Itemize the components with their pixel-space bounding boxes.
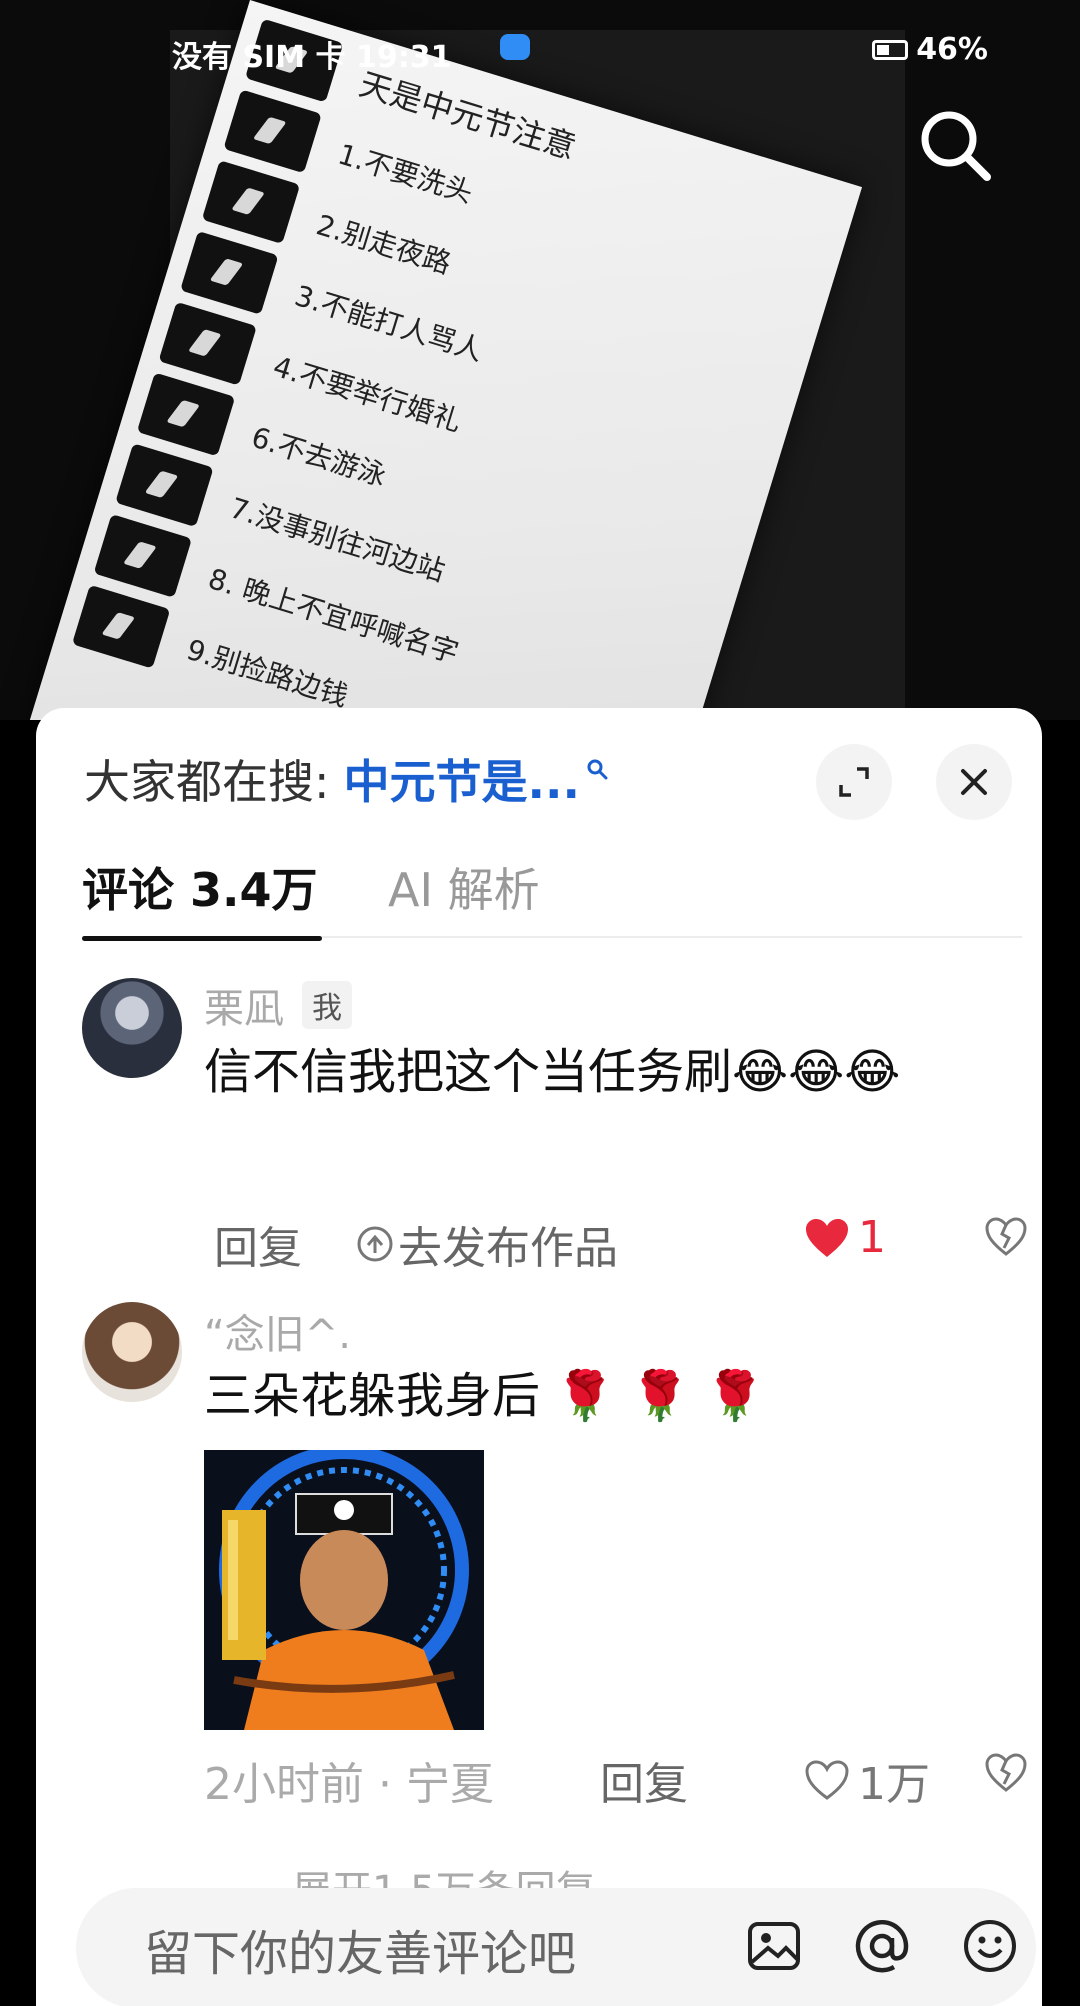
hot-search-bar[interactable]: 大家都在搜: 中元节是...	[84, 746, 608, 812]
close-icon	[961, 769, 987, 795]
avatar[interactable]	[82, 978, 182, 1078]
close-button[interactable]	[936, 744, 1012, 820]
status-carrier-time: 没有 SIM 卡 19:31	[172, 40, 452, 75]
dislike-broken-heart-icon[interactable]	[984, 1752, 1028, 1794]
taoist-priest-sticker	[204, 1450, 484, 1730]
comment-author-name: 栗凪	[204, 986, 284, 1032]
search-icon[interactable]	[915, 105, 995, 185]
like-button[interactable]: 1	[804, 1212, 886, 1263]
comment-author-name[interactable]: “念旧^.	[204, 1302, 351, 1360]
battery-level: 46%	[916, 32, 988, 67]
laughing-crying-emoji: 😂😂😂	[732, 1044, 901, 1100]
video-player[interactable]: 天是中元节注意 1.不要洗头 2.别走夜路 3.不能打人骂人 4.不要举行婚礼 …	[0, 0, 1080, 720]
comment-text-body: 信不信我把这个当任务刷	[204, 1044, 733, 1100]
status-bar: 没有 SIM 卡 19:31 46%	[0, 28, 1080, 78]
heart-filled-icon	[806, 1218, 848, 1257]
heart-outline-icon	[805, 1760, 849, 1800]
expand-button[interactable]	[816, 744, 892, 820]
like-count: 1	[858, 1212, 886, 1263]
avatar[interactable]	[82, 1302, 182, 1402]
publish-work-label: 去发布作品	[398, 1223, 618, 1274]
emoji-icon[interactable]	[960, 1916, 1020, 1976]
rose-emoji: 🌹 🌹 🌹	[555, 1368, 766, 1424]
image-icon[interactable]	[744, 1916, 804, 1976]
comment-text: 三朵花躲我身后 🌹 🌹 🌹	[204, 1354, 1004, 1438]
status-right: 46%	[872, 32, 988, 67]
upload-icon	[357, 1226, 393, 1262]
mention-icon[interactable]	[852, 1916, 912, 1976]
me-badge: 我	[302, 981, 352, 1029]
tab-comments[interactable]: 评论 3.4万	[82, 854, 318, 920]
expand-icon	[839, 767, 869, 797]
hot-search-label: 大家都在搜:	[84, 755, 330, 809]
tab-indicator	[82, 936, 322, 941]
comment-input-bar[interactable]: 留下你的友善评论吧	[76, 1888, 1036, 2006]
comment-text-body: 三朵花躲我身后	[204, 1368, 541, 1424]
comment-sheet: 大家都在搜: 中元节是... 评论 3.4万 AI 解析 栗凪我 信不信我把这个…	[36, 708, 1042, 2006]
comment-author[interactable]: 栗凪我	[204, 976, 352, 1034]
cloud-icon	[500, 34, 530, 60]
comment-text: 信不信我把这个当任务刷😂😂😂	[204, 1030, 1004, 1114]
comment-input-placeholder[interactable]: 留下你的友善评论吧	[144, 1914, 576, 1984]
expand-replies-link[interactable]: 展开1.5万条回复	[292, 1858, 596, 1888]
comment-actions: 回复 去发布作品 1	[204, 1212, 1027, 1274]
search-icon	[587, 759, 608, 780]
hot-search-term[interactable]: 中元节是...	[344, 746, 580, 812]
battery-icon	[872, 39, 909, 60]
comment-actions: 1万	[204, 1748, 1027, 1810]
note-thumbnail	[71, 584, 171, 669]
like-button[interactable]: 1万	[804, 1748, 930, 1812]
reply-button[interactable]: 回复	[214, 1212, 302, 1276]
publish-work-button[interactable]: 去发布作品	[356, 1212, 618, 1276]
dislike-broken-heart-icon[interactable]	[984, 1216, 1028, 1258]
like-count: 1万	[858, 1759, 930, 1810]
comment-tabs: 评论 3.4万 AI 解析	[82, 854, 1022, 941]
comment-sticker-image[interactable]	[204, 1450, 484, 1730]
tab-ai-analysis[interactable]: AI 解析	[388, 854, 540, 920]
